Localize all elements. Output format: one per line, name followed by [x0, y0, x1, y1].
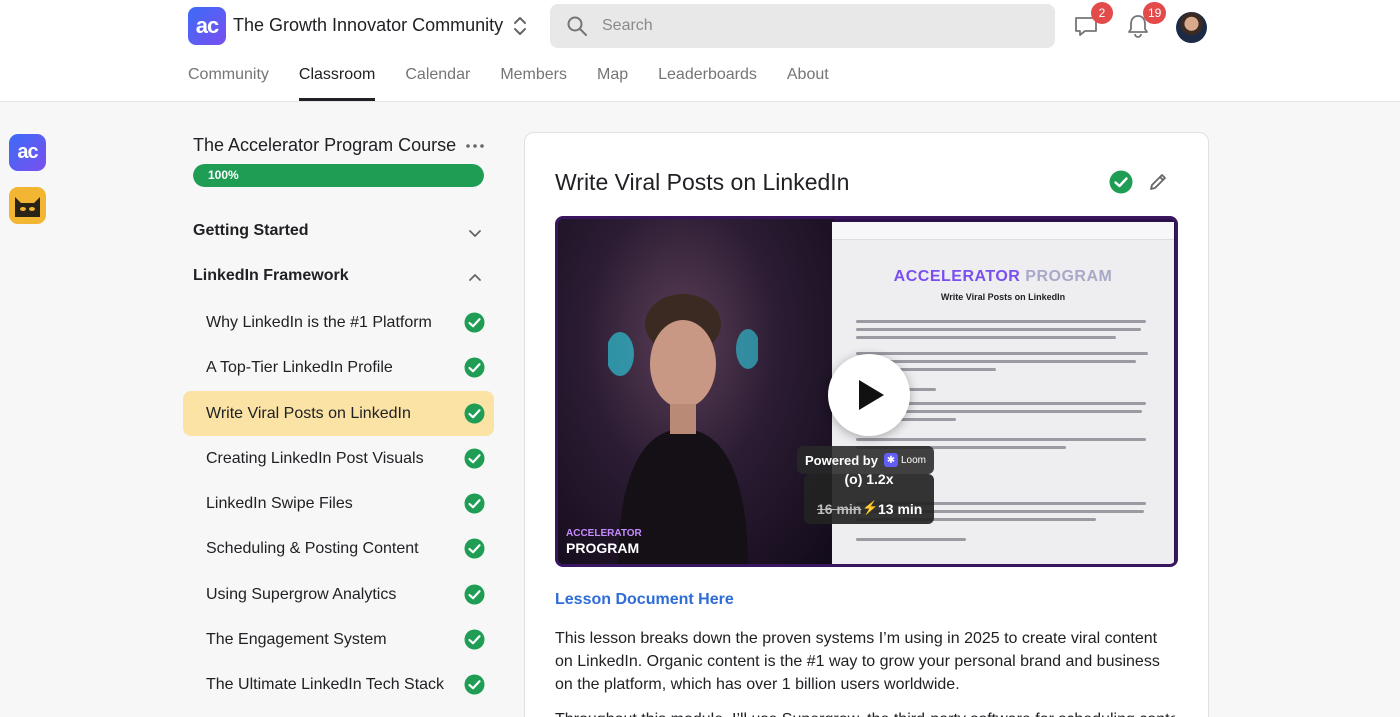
course-title: The Accelerator Program Course [193, 135, 457, 155]
cat-logo-icon [15, 197, 40, 217]
lesson-label: Using Supergrow Analytics [206, 585, 397, 603]
video-watermark: ACCELERATOR PROGRAM [566, 527, 642, 555]
powered-by-text: Powered by [805, 452, 878, 468]
check-circle-icon [464, 629, 485, 650]
lesson-item[interactable]: Why LinkedIn is the #1 Platform [183, 300, 494, 345]
main-nav: Community Classroom Calendar Members Map… [188, 64, 859, 102]
lesson-description-continued: Throughout this module, I’ll use Supergr… [555, 708, 1175, 717]
top-header: ac The Growth Innovator Community 2 19 C… [0, 0, 1400, 102]
loom-label: Loom [900, 454, 926, 466]
play-icon [859, 380, 884, 410]
lesson-label: Why LinkedIn is the #1 Platform [206, 314, 432, 331]
lesson-item[interactable]: Scheduling & Posting Content [183, 526, 494, 571]
search-input[interactable] [602, 4, 1042, 48]
play-button[interactable] [828, 354, 910, 436]
lesson-label: Scheduling & Posting Content [206, 540, 419, 558]
section-linkedin-framework[interactable]: LinkedIn Framework [193, 262, 493, 292]
section-title: Getting Started [193, 222, 309, 239]
playback-speed-panel[interactable]: (o) 1.2x 16 min ⚡ 13 min [804, 474, 934, 524]
watermark-line1: ACCELERATOR [566, 528, 642, 539]
fast-duration: 13 min [878, 501, 923, 517]
user-avatar[interactable] [1176, 12, 1207, 43]
tab-community[interactable]: Community [188, 64, 269, 102]
check-circle-icon [464, 448, 485, 469]
more-icon[interactable] [465, 137, 485, 155]
chevron-updown-icon[interactable] [510, 14, 530, 38]
lesson-label: A Top-Tier LinkedIn Profile [206, 359, 393, 377]
original-duration: 16 min [817, 501, 862, 517]
check-circle-icon [464, 674, 485, 695]
presenter-image [608, 294, 758, 564]
speed-label: (o) 1.2x [844, 474, 894, 487]
chevron-up-icon [469, 274, 481, 281]
lesson-label: Creating LinkedIn Post Visuals [206, 449, 424, 467]
watermark-line2: PROGRAM [566, 540, 640, 556]
search-bar[interactable] [550, 4, 1055, 48]
notifications-badge: 19 [1143, 2, 1167, 24]
lesson-description: This lesson breaks down the proven syste… [555, 630, 1160, 693]
video-presenter-frame: ACCELERATOR PROGRAM [558, 219, 833, 564]
lesson-item[interactable]: Write Viral Posts on LinkedIn [183, 390, 494, 436]
lesson-item[interactable]: Using Supergrow Analytics [183, 572, 494, 617]
rail-community-ac[interactable]: ac [9, 134, 46, 171]
tab-leaderboards[interactable]: Leaderboards [658, 64, 757, 102]
lesson-item[interactable]: The Ultimate LinkedIn Tech Stack [183, 662, 494, 707]
lesson-label: The Ultimate LinkedIn Tech Stack [206, 676, 445, 694]
lesson-video[interactable]: ACCELERATOR PROGRAM ACCELERATOR PROGRAM … [555, 216, 1178, 567]
doc-subtitle: Write Viral Posts on LinkedIn [940, 292, 1066, 302]
tab-classroom[interactable]: Classroom [298, 64, 376, 102]
check-circle-icon [464, 538, 485, 559]
check-circle-icon [464, 584, 485, 605]
community-logo[interactable]: ac [188, 7, 226, 45]
lesson-label: LinkedIn Swipe Files [206, 495, 353, 513]
lesson-label: The Engagement System [206, 631, 387, 649]
lesson-item[interactable]: A Top-Tier LinkedIn Profile [183, 345, 494, 390]
tab-members[interactable]: Members [500, 64, 567, 102]
check-circle-icon [464, 493, 485, 514]
tab-map[interactable]: Map [597, 64, 628, 102]
loom-icon: ✱ [883, 453, 898, 467]
chevron-down-icon [469, 230, 481, 237]
check-circle-icon [464, 403, 485, 424]
search-icon [567, 16, 587, 36]
section-title: LinkedIn Framework [193, 267, 349, 284]
loom-logo: ✱ Loom [883, 453, 926, 467]
check-circle-icon [464, 357, 485, 378]
check-circle-icon [464, 312, 485, 333]
lesson-item[interactable]: Creating LinkedIn Post Visuals [183, 436, 494, 481]
bolt-icon: ⚡ [862, 500, 879, 515]
pencil-icon[interactable] [1147, 171, 1169, 193]
doc-heading: ACCELERATOR PROGRAM [893, 268, 1113, 285]
doc-toolbar [832, 222, 1174, 240]
section-getting-started[interactable]: Getting Started [193, 217, 493, 247]
rail-community-cat[interactable] [9, 187, 46, 224]
lesson-item[interactable]: The Engagement System [183, 617, 494, 662]
course-progress-bar: 100% [193, 164, 484, 187]
powered-by-loom[interactable]: Powered by ✱ Loom [797, 446, 934, 474]
progress-label: 100% [208, 168, 239, 182]
check-circle-icon[interactable] [1109, 170, 1133, 194]
lesson-list: Why LinkedIn is the #1 Platform A Top-Tie… [183, 300, 494, 708]
lesson-document-link[interactable]: Lesson Document Here [555, 591, 734, 609]
tab-calendar[interactable]: Calendar [405, 64, 470, 102]
community-name[interactable]: The Growth Innovator Community [233, 15, 503, 36]
tab-about[interactable]: About [787, 64, 829, 102]
lesson-title: Write Viral Posts on LinkedIn [555, 169, 850, 195]
lesson-item[interactable]: LinkedIn Swipe Files [183, 481, 494, 526]
lesson-label: Write Viral Posts on LinkedIn [206, 404, 411, 422]
chat-badge: 2 [1091, 2, 1113, 24]
